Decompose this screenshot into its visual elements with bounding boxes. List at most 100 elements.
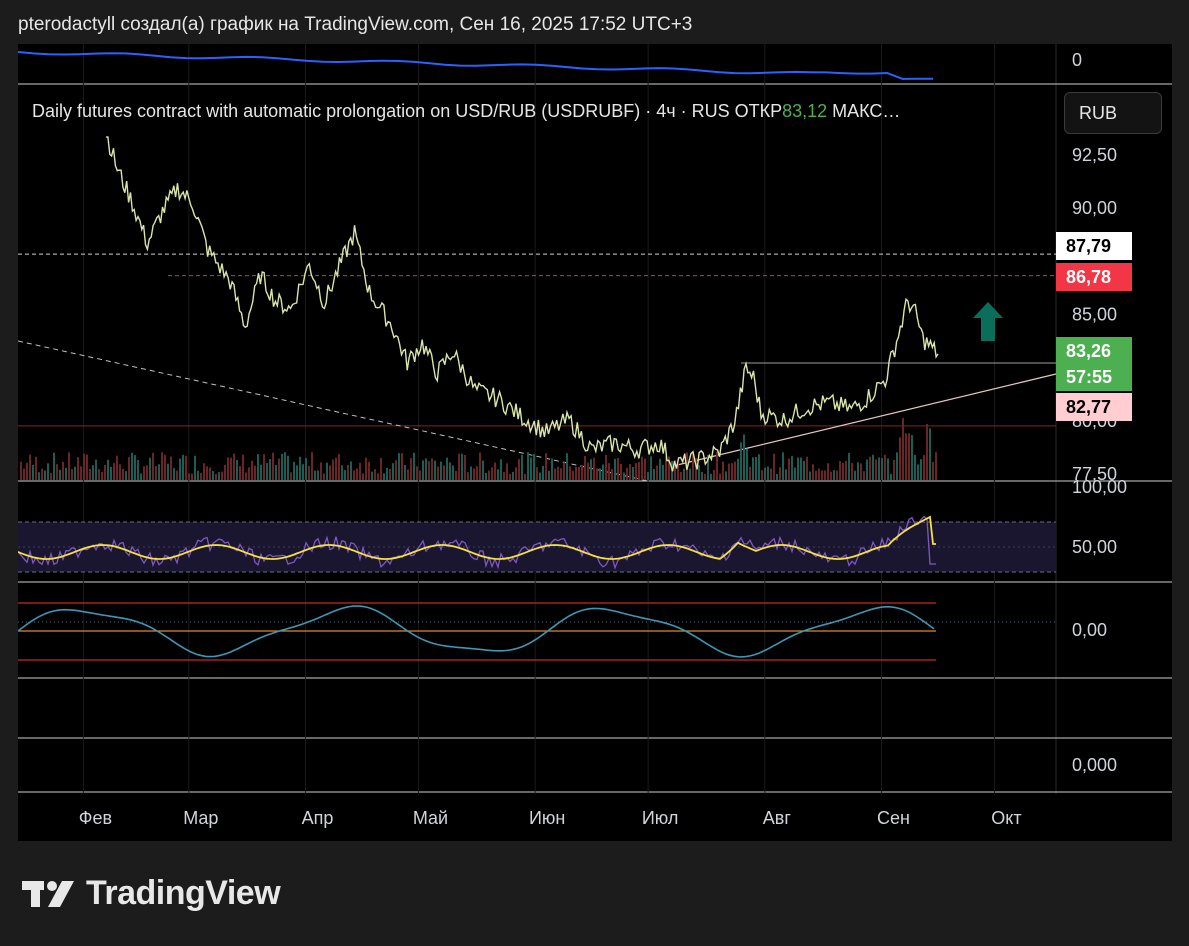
- price-tag-red-level: 86,78: [1056, 263, 1132, 291]
- volume-bar: [95, 459, 97, 480]
- x-tick-label: Сен: [877, 808, 910, 828]
- volume-bar: [113, 463, 115, 480]
- volume-bar: [806, 456, 808, 480]
- volume-bar: [920, 459, 922, 480]
- price-tag-countdown: 57:55: [1056, 363, 1132, 391]
- volume-bar: [53, 452, 55, 480]
- volume-bar: [152, 452, 154, 480]
- volume-bar: [566, 453, 568, 480]
- volume-bar: [914, 454, 916, 480]
- volume-bar: [191, 473, 193, 480]
- y-tick-label: 85,00: [1072, 305, 1117, 325]
- price-tag-low: 82,77: [1056, 393, 1132, 421]
- chart-frame[interactable]: 92,5090,0085,0080,0077,500100,0050,000,0…: [18, 44, 1172, 841]
- volume-bar: [92, 465, 94, 480]
- volume-bar: [659, 458, 661, 480]
- volume-bar: [395, 460, 397, 480]
- volume-bar: [209, 467, 211, 480]
- volume-bar: [893, 459, 895, 480]
- volume-bar: [647, 472, 649, 480]
- volume-bar: [140, 473, 142, 480]
- volume-bar: [569, 466, 571, 480]
- volume-bar: [470, 466, 472, 480]
- volume-bar: [323, 473, 325, 480]
- x-tick-label: Апр: [302, 808, 334, 828]
- volume-bar: [857, 462, 859, 480]
- x-tick-label: Июн: [529, 808, 565, 828]
- volume-bar: [821, 470, 823, 480]
- volume-bar: [743, 434, 745, 480]
- currency-button[interactable]: RUB: [1064, 92, 1162, 134]
- volume-bar: [740, 442, 742, 480]
- volume-bar: [746, 448, 748, 480]
- volume-bar: [701, 471, 703, 480]
- volume-bar: [509, 473, 511, 480]
- price-tag-resistance: 87,79: [1056, 232, 1132, 260]
- volume-bar: [521, 454, 523, 480]
- volume-bar: [905, 433, 907, 480]
- brand-name: TradingView: [86, 874, 281, 912]
- volume-bar: [437, 466, 439, 480]
- volume-bar: [782, 452, 784, 480]
- volume-bar: [218, 472, 220, 480]
- volume-bar: [371, 471, 373, 480]
- volume-bar: [230, 457, 232, 480]
- volume-bar: [854, 470, 856, 480]
- volume-bar: [878, 457, 880, 480]
- volume-bar: [644, 458, 646, 480]
- volume-bar: [287, 455, 289, 480]
- volume-bar: [788, 458, 790, 480]
- volume-bar: [392, 463, 394, 480]
- volume-bar: [71, 468, 73, 480]
- volume-bar: [737, 458, 739, 480]
- volume-bar: [122, 468, 124, 480]
- volume-bar: [266, 463, 268, 480]
- chart-canvas[interactable]: 92,5090,0085,0080,0077,500100,0050,000,0…: [18, 44, 1172, 841]
- volume-bar: [341, 465, 343, 480]
- volume-bar: [776, 473, 778, 480]
- volume-bar: [443, 465, 445, 480]
- volume-bar: [725, 471, 727, 480]
- volume-bar: [587, 462, 589, 480]
- volume-bar: [80, 466, 82, 480]
- volume-bar: [167, 463, 169, 480]
- volume-bar: [614, 458, 616, 480]
- volume-bar: [425, 458, 427, 480]
- volume-bar: [332, 459, 334, 480]
- volume-bar: [812, 464, 814, 480]
- volume-bar: [923, 454, 925, 480]
- tradingview-logo[interactable]: TradingView: [22, 874, 281, 913]
- volume-bar: [116, 455, 118, 480]
- volume-bar: [845, 460, 847, 480]
- volume-bar: [368, 461, 370, 480]
- volume-bar: [752, 457, 754, 480]
- volume-bar: [494, 462, 496, 480]
- volume-bar: [866, 459, 868, 480]
- volume-bar: [917, 464, 919, 480]
- volume-bar: [560, 468, 562, 480]
- volume-bar: [377, 473, 379, 480]
- volume-bar: [713, 469, 715, 480]
- volume-bar: [164, 454, 166, 480]
- volume-bar: [797, 457, 799, 480]
- volume-bar: [527, 452, 529, 480]
- volume-bar: [407, 469, 409, 480]
- volume-bar: [221, 471, 223, 480]
- volume-bar: [137, 459, 139, 480]
- volume-bar: [935, 452, 937, 480]
- volume-bar: [311, 452, 313, 480]
- uptrend-line: [672, 373, 1057, 467]
- symbol-legend[interactable]: Daily futures contract with automatic pr…: [32, 101, 900, 122]
- volume-bar: [440, 461, 442, 480]
- volume-bar: [173, 468, 175, 480]
- volume-bar: [446, 457, 448, 480]
- volume-bar: [413, 452, 415, 480]
- volume-bar: [626, 467, 628, 480]
- volume-bar: [551, 458, 553, 480]
- volume-bar: [389, 468, 391, 480]
- volume-bar: [623, 472, 625, 480]
- volume-bar: [329, 465, 331, 480]
- volume-bar: [182, 454, 184, 480]
- volume-bar: [641, 456, 643, 480]
- osc-label: 0,00: [1072, 620, 1107, 640]
